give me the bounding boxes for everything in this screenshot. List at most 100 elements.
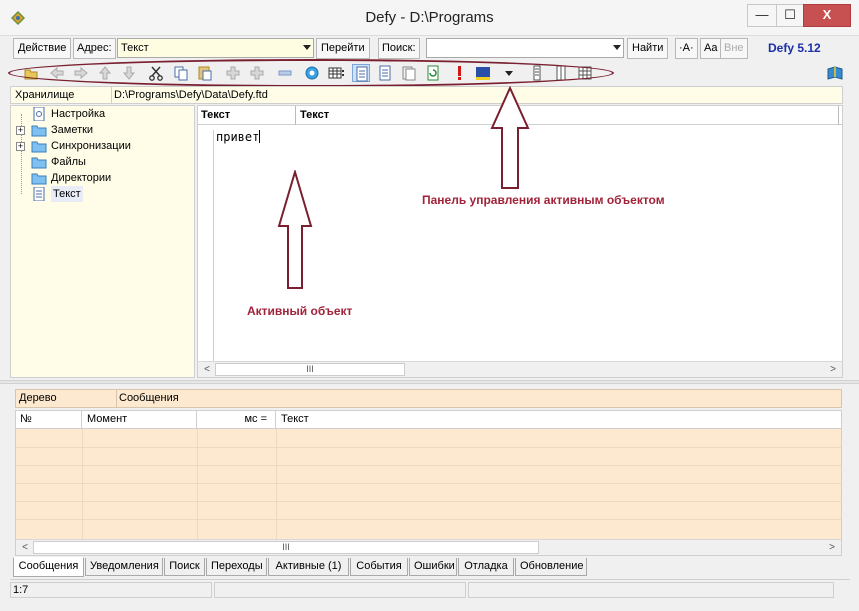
messages-table-header: № Момент мс = Текст xyxy=(16,411,841,429)
tab-errors[interactable]: Ошибки xyxy=(409,558,457,576)
column-ms[interactable]: мс = xyxy=(198,411,276,429)
copy-icon[interactable] xyxy=(172,64,190,82)
down-arrow-icon[interactable] xyxy=(120,64,138,82)
add-cross-icon[interactable] xyxy=(224,64,242,82)
address-value: Текст xyxy=(121,42,149,54)
column-number[interactable]: № xyxy=(16,411,82,429)
tab-messages[interactable]: Сообщения xyxy=(13,557,84,577)
editor-text: привет xyxy=(216,130,260,144)
grid-line xyxy=(16,483,841,484)
expand-icon[interactable]: + xyxy=(16,142,25,151)
tab-updates[interactable]: Обновление xyxy=(515,558,587,576)
storage-path[interactable]: D:\Programs\Defy\Data\Defy.ftd xyxy=(114,89,268,101)
folder-icon xyxy=(31,173,47,185)
column-moment[interactable]: Момент xyxy=(83,411,197,429)
annotation-arrow-up-icon xyxy=(277,170,313,289)
address-combo[interactable]: Текст xyxy=(117,38,314,58)
version-label: Defy 5.12 xyxy=(768,41,821,55)
expand-icon[interactable]: + xyxy=(16,126,25,135)
cut-icon[interactable] xyxy=(147,64,165,82)
tab-notifications[interactable]: Уведомления xyxy=(85,558,163,576)
editor-hscrollbar[interactable]: < III > xyxy=(198,361,842,377)
status-cell xyxy=(468,582,834,598)
messages-hscrollbar[interactable]: < III > xyxy=(16,539,841,555)
back-arrow-icon[interactable] xyxy=(48,64,66,82)
search-label: Поиск: xyxy=(378,38,420,59)
grid-line xyxy=(16,447,841,448)
up-arrow-icon[interactable] xyxy=(96,64,114,82)
title-bar: Defy - D:\Programs — ☐ X xyxy=(0,0,859,36)
find-button[interactable]: Найти xyxy=(627,38,669,59)
chevron-down-icon[interactable] xyxy=(613,45,621,50)
gear-icon[interactable] xyxy=(303,64,321,82)
grid-line xyxy=(16,519,841,520)
messages-header: Дерево Сообщения xyxy=(15,389,842,408)
go-button[interactable]: Перейти xyxy=(316,38,370,59)
tab-search[interactable]: Поиск xyxy=(164,558,205,576)
tab-active[interactable]: Активные (1) xyxy=(268,558,349,576)
book-icon[interactable] xyxy=(826,64,844,82)
scroll-left-icon[interactable]: < xyxy=(17,541,33,555)
grip-icon[interactable] xyxy=(528,64,546,82)
external-button[interactable]: Вне xyxy=(720,38,748,59)
status-cell xyxy=(214,582,466,598)
column-text[interactable]: Текст xyxy=(277,411,841,429)
minus-icon[interactable] xyxy=(276,64,294,82)
text-caret xyxy=(259,130,261,143)
table-icon[interactable] xyxy=(576,64,594,82)
action-button[interactable]: Действие xyxy=(13,38,72,59)
close-button[interactable]: X xyxy=(803,4,851,27)
tree-item-label: Директории xyxy=(51,172,112,184)
editor-header-col1[interactable]: Текст xyxy=(198,106,296,125)
messages-table[interactable]: № Момент мс = Текст < III > xyxy=(15,410,842,556)
folder-icon xyxy=(31,157,47,169)
tree-item-label: Текст xyxy=(51,186,83,202)
messages-caption: Сообщения xyxy=(119,392,179,404)
dropdown-icon[interactable] xyxy=(500,64,518,82)
object-toolbar xyxy=(0,62,859,84)
editor-content[interactable]: привет xyxy=(216,130,261,144)
add-cross-icon-2[interactable] xyxy=(248,64,266,82)
editor-header-col2[interactable]: Текст xyxy=(297,106,839,125)
open-folder-icon[interactable] xyxy=(22,64,40,82)
font-normal-button[interactable]: ·A· xyxy=(675,38,698,59)
maximize-button[interactable]: ☐ xyxy=(776,4,804,27)
chevron-down-icon[interactable] xyxy=(303,45,311,50)
scroll-right-icon[interactable]: > xyxy=(825,363,841,377)
panel-annotation: Панель управления активным объектом xyxy=(422,193,665,207)
scroll-left-icon[interactable]: < xyxy=(199,363,215,377)
tab-transitions[interactable]: Переходы xyxy=(206,558,267,576)
grid-icon[interactable] xyxy=(327,64,345,82)
address-label: Адрес: xyxy=(73,38,116,59)
font-case-button[interactable]: Aa xyxy=(700,38,722,59)
tree-panel: Настройка + Заметки + Синхронизации Файл… xyxy=(10,105,195,378)
panel-splitter[interactable] xyxy=(0,380,859,384)
tree-item-label: Настройка xyxy=(51,108,106,120)
tree-item-label: Синхронизации xyxy=(51,140,131,152)
paste-icon[interactable] xyxy=(196,64,214,82)
storage-row: Хранилище D:\Programs\Defy\Data\Defy.ftd xyxy=(10,86,843,104)
storage-label: Хранилище xyxy=(15,89,75,101)
minimize-button[interactable]: — xyxy=(747,4,777,27)
divider xyxy=(116,390,117,407)
refresh-document-icon[interactable] xyxy=(424,64,442,82)
tree-item-label: Заметки xyxy=(51,124,94,136)
document-3-icon[interactable] xyxy=(400,64,418,82)
divider xyxy=(111,87,112,103)
column-icon[interactable] xyxy=(552,64,570,82)
color-icon[interactable] xyxy=(474,64,492,82)
document-icon[interactable] xyxy=(352,64,370,82)
search-combo[interactable] xyxy=(426,38,624,58)
exclamation-icon[interactable] xyxy=(450,64,468,82)
bottom-tabs: Сообщения Уведомления Поиск Переходы Акт… xyxy=(13,557,843,577)
tab-events[interactable]: События xyxy=(350,558,408,576)
tree-item-label: Файлы xyxy=(51,156,86,168)
forward-arrow-icon[interactable] xyxy=(72,64,90,82)
document-2-icon[interactable] xyxy=(376,64,394,82)
scroll-thumb[interactable]: III xyxy=(33,541,539,554)
scroll-right-icon[interactable]: > xyxy=(824,541,840,555)
settings-doc-icon xyxy=(33,107,45,121)
tab-debug[interactable]: Отладка xyxy=(458,558,514,576)
address-bar: Действие Адрес: Текст Перейти Поиск: Най… xyxy=(0,37,859,61)
scroll-thumb[interactable]: III xyxy=(215,363,405,376)
